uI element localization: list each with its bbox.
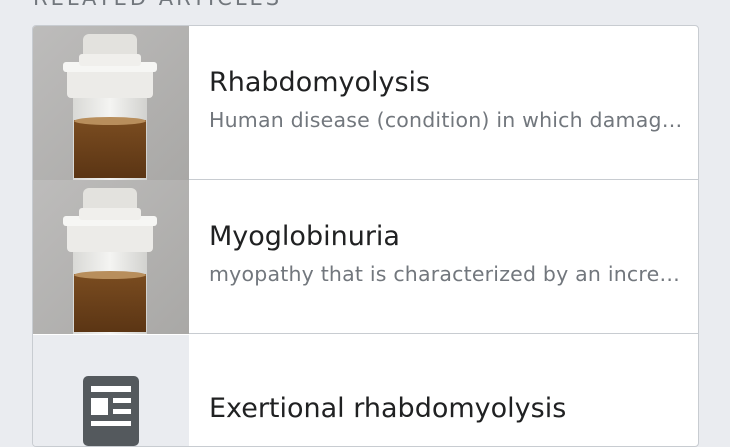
article-title: Myoglobinuria	[209, 221, 400, 252]
section-header: RELATED ARTICLES	[33, 0, 282, 10]
article-text: Rhabdomyolysis Human disease (condition)…	[209, 67, 684, 132]
related-article-item[interactable]: Exertional rhabdomyolysis	[33, 335, 698, 446]
article-text: Myoglobinuria myopathy that is character…	[209, 221, 684, 286]
article-text: Exertional rhabdomyolysis	[209, 393, 684, 424]
document-icon	[83, 376, 139, 446]
article-title: Rhabdomyolysis	[209, 67, 431, 98]
article-title: Exertional rhabdomyolysis	[209, 393, 567, 424]
related-article-item[interactable]: Myoglobinuria myopathy that is character…	[33, 180, 698, 334]
article-thumbnail	[33, 335, 189, 446]
article-thumbnail	[33, 180, 189, 334]
related-articles-list: Rhabdomyolysis Human disease (condition)…	[32, 25, 699, 447]
article-thumbnail	[33, 26, 189, 180]
related-article-item[interactable]: Rhabdomyolysis Human disease (condition)…	[33, 26, 698, 180]
article-description: myopathy that is characterized by an inc…	[209, 262, 684, 286]
article-description: Human disease (condition) in which damag…	[209, 108, 684, 132]
